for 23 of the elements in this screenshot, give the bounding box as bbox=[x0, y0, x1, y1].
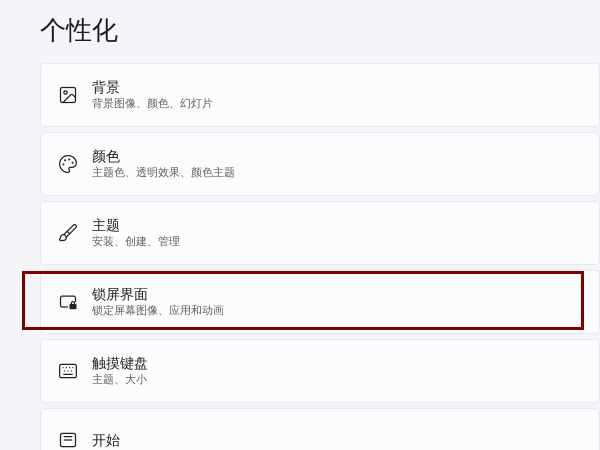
settings-item[interactable]: 背景 背景图像、颜色、幻灯片 bbox=[40, 63, 600, 127]
item-subtitle: 背景图像、颜色、幻灯片 bbox=[92, 96, 213, 112]
item-title: 颜色 bbox=[92, 147, 121, 165]
page-title: 个性化 bbox=[40, 15, 119, 48]
brush-icon bbox=[58, 223, 78, 243]
settings-item[interactable]: 锁屏界面 锁定屏幕图像、应用和动画 bbox=[40, 270, 600, 334]
item-title: 背景 bbox=[92, 78, 121, 96]
settings-item[interactable]: 主题 安装、创建、管理 bbox=[40, 201, 600, 265]
item-title: 开始 bbox=[92, 431, 120, 449]
item-title: 主题 bbox=[92, 216, 121, 234]
settings-item[interactable]: 触摸键盘 主题、大小 bbox=[40, 339, 600, 403]
keyboard-icon bbox=[58, 361, 78, 381]
item-title: 锁屏界面 bbox=[92, 285, 149, 303]
item-subtitle: 主题、大小 bbox=[92, 372, 148, 388]
item-subtitle: 锁定屏幕图像、应用和动画 bbox=[92, 304, 224, 319]
palette-icon bbox=[58, 154, 78, 174]
settings-item[interactable]: 颜色 主题色、透明效果、颜色主题 bbox=[40, 132, 600, 196]
item-subtitle: 主题色、透明效果、颜色主题 bbox=[92, 166, 235, 181]
item-subtitle: 安装、创建、管理 bbox=[92, 234, 180, 250]
image-icon bbox=[58, 85, 78, 105]
settings-item[interactable]: 开始 bbox=[40, 408, 600, 450]
window-icon bbox=[58, 430, 78, 450]
item-title: 触摸键盘 bbox=[92, 354, 148, 372]
